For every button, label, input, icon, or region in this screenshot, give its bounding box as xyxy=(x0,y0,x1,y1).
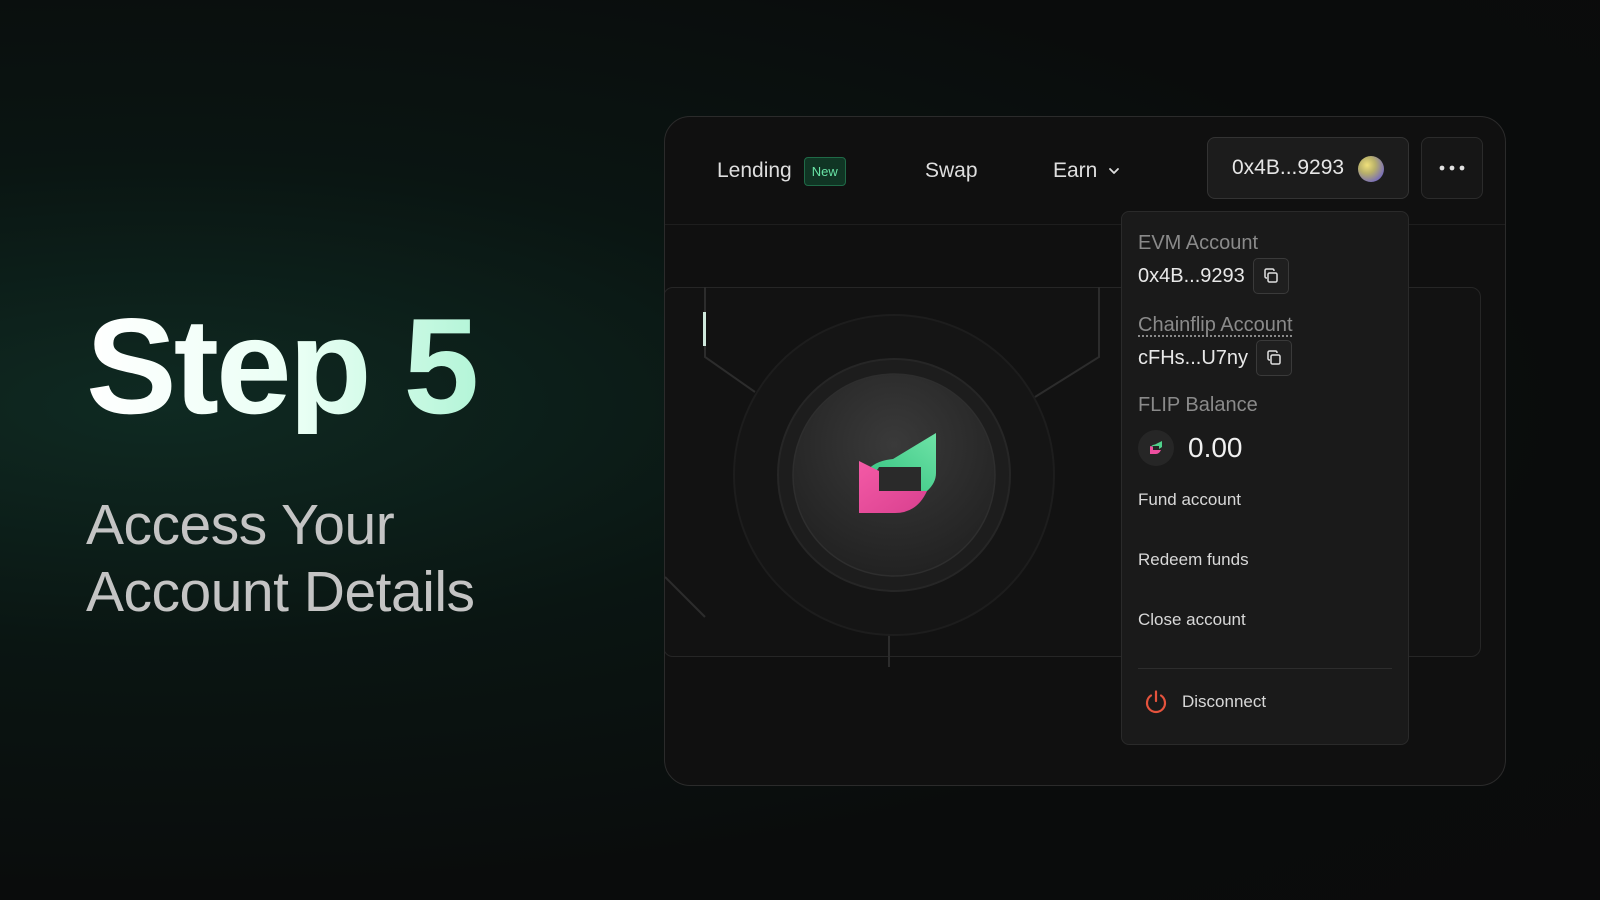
step-title: Step 5 xyxy=(86,290,479,442)
wallet-button[interactable]: 0x4B...9293 xyxy=(1207,137,1409,199)
nav-swap[interactable]: Swap xyxy=(925,155,978,187)
app-window: Lending New Swap Earn 0x4B...9293 EVM Ac… xyxy=(664,116,1506,786)
power-icon xyxy=(1145,690,1167,714)
flip-token-icon xyxy=(1138,430,1174,466)
flip-balance-row: 0.00 xyxy=(1138,430,1243,466)
chainflip-account-label[interactable]: Chainflip Account xyxy=(1138,314,1293,337)
flip-balance-value: 0.00 xyxy=(1188,432,1243,463)
wallet-address: 0x4B...9293 xyxy=(1232,156,1345,179)
close-account-item[interactable]: Close account xyxy=(1138,610,1246,630)
chainflip-account-row: cFHs...U7ny xyxy=(1138,340,1293,376)
nav-lending[interactable]: Lending New xyxy=(717,155,846,187)
top-nav-bar: Lending New Swap Earn 0x4B...9293 xyxy=(665,117,1505,225)
dropdown-divider xyxy=(1138,668,1392,669)
copy-evm-button[interactable] xyxy=(1252,258,1289,294)
disconnect-label: Disconnect xyxy=(1182,692,1267,711)
evm-account-row: 0x4B...9293 xyxy=(1138,258,1289,294)
nav-earn[interactable]: Earn xyxy=(1053,155,1121,187)
more-button[interactable] xyxy=(1421,137,1483,199)
subtitle-line-2: Account Details xyxy=(86,560,475,624)
chevron-down-icon xyxy=(1109,168,1120,174)
step-subtitle: Access Your Account Details xyxy=(86,492,476,626)
chainflip-account-value: cFHs...U7ny xyxy=(1138,346,1249,369)
copy-icon xyxy=(1267,350,1281,365)
wallet-avatar xyxy=(1358,156,1384,182)
nav-swap-label: Swap xyxy=(925,159,978,182)
account-dropdown: EVM Account 0x4B...9293 Chainflip Accoun… xyxy=(1121,211,1409,745)
nav-earn-label: Earn xyxy=(1053,159,1098,182)
evm-account-label: EVM Account xyxy=(1138,232,1259,254)
nav-lending-label: Lending xyxy=(717,159,792,182)
fund-account-item[interactable]: Fund account xyxy=(1138,490,1241,510)
redeem-funds-item[interactable]: Redeem funds xyxy=(1138,550,1249,570)
copy-chainflip-button[interactable] xyxy=(1256,340,1293,376)
chainflip-hero-graphic xyxy=(665,287,1100,667)
evm-account-value: 0x4B...9293 xyxy=(1138,264,1245,287)
flip-balance-label: FLIP Balance xyxy=(1138,394,1258,416)
subtitle-line-1: Access Your xyxy=(86,493,395,557)
copy-icon xyxy=(1264,268,1278,283)
new-badge: New xyxy=(803,156,846,186)
promo-text: Step 5 Access Your Account Details xyxy=(86,290,479,626)
more-dots-icon xyxy=(1439,165,1465,171)
disconnect-button[interactable]: Disconnect xyxy=(1142,688,1266,716)
